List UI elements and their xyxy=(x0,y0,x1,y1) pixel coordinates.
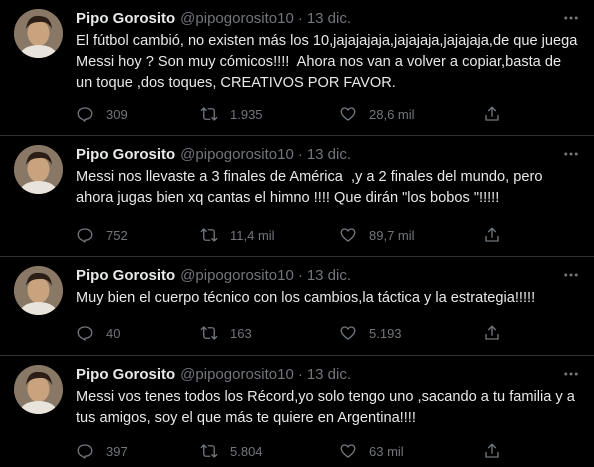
reply-bubble-icon xyxy=(77,326,93,341)
heart-icon xyxy=(340,228,356,242)
share-button[interactable] xyxy=(483,105,501,123)
more-dots-icon[interactable] xyxy=(560,264,582,286)
tweet[interactable]: Pipo Gorosito @pipogorosito10 · 13 dic. … xyxy=(0,0,594,136)
share-upload-icon xyxy=(485,227,499,242)
heart-icon xyxy=(340,444,356,458)
like-button[interactable]: 5.193 xyxy=(339,324,402,342)
retweet-arrows-icon xyxy=(200,228,218,242)
like-count: 89,7 mil xyxy=(369,227,415,243)
avatar[interactable] xyxy=(14,145,63,194)
like-count: 5.193 xyxy=(369,325,402,341)
share-upload-icon xyxy=(485,443,499,458)
tweet-actions: 40 163 5.193 xyxy=(76,323,580,343)
share-button[interactable] xyxy=(483,226,501,244)
share-upload-icon xyxy=(485,325,499,340)
avatar[interactable] xyxy=(14,9,63,58)
author-handle[interactable]: @pipogorosito10 xyxy=(180,366,294,383)
retweet-button[interactable]: 5.804 xyxy=(200,442,263,460)
reply-bubble-icon xyxy=(77,228,93,243)
author-name[interactable]: Pipo Gorosito xyxy=(76,10,175,27)
reply-bubble-icon xyxy=(77,444,93,459)
more-dots-icon[interactable] xyxy=(560,363,582,385)
separator-dot: · xyxy=(297,9,303,27)
avatar[interactable] xyxy=(14,365,63,414)
reply-button[interactable]: 40 xyxy=(76,324,120,342)
more-dots-icon[interactable] xyxy=(560,7,582,29)
share-upload-icon xyxy=(485,106,499,121)
author-name[interactable]: Pipo Gorosito xyxy=(76,366,175,383)
reply-button[interactable]: 752 xyxy=(76,226,128,244)
tweet-text: Muy bien el cuerpo técnico con los cambi… xyxy=(76,290,536,306)
retweet-button[interactable]: 11,4 mil xyxy=(200,226,275,244)
tweet-text: El fútbol cambió, no existen más los 10,… xyxy=(76,33,582,91)
author-name[interactable]: Pipo Gorosito xyxy=(76,146,175,163)
reply-count: 309 xyxy=(106,106,128,122)
reply-bubble-icon xyxy=(77,107,93,122)
retweet-arrows-icon xyxy=(200,107,218,121)
retweet-count: 11,4 mil xyxy=(230,227,275,243)
like-count: 28,6 mil xyxy=(369,106,415,122)
share-button[interactable] xyxy=(483,324,501,342)
separator-dot: · xyxy=(297,145,303,163)
like-button[interactable]: 89,7 mil xyxy=(339,226,415,244)
reply-button[interactable]: 309 xyxy=(76,105,128,123)
tweet-feed: Pipo Gorosito @pipogorosito10 · 13 dic. … xyxy=(0,0,594,467)
tweet[interactable]: Pipo Gorosito @pipogorosito10 · 13 dic. … xyxy=(0,257,594,356)
retweet-arrows-icon xyxy=(200,326,218,340)
retweet-count: 1.935 xyxy=(230,106,263,122)
author-name[interactable]: Pipo Gorosito xyxy=(76,267,175,284)
retweet-count: 163 xyxy=(230,325,252,341)
author-handle[interactable]: @pipogorosito10 xyxy=(180,267,294,284)
like-button[interactable]: 63 mil xyxy=(339,442,404,460)
reply-button[interactable]: 397 xyxy=(76,442,128,460)
author-handle[interactable]: @pipogorosito10 xyxy=(180,10,294,27)
retweet-button[interactable]: 1.935 xyxy=(200,105,263,123)
like-button[interactable]: 28,6 mil xyxy=(339,105,415,123)
separator-dot: · xyxy=(297,266,303,284)
retweet-count: 5.804 xyxy=(230,443,263,459)
more-dots-icon[interactable] xyxy=(560,143,582,165)
tweet-actions: 309 1.935 28,6 mil xyxy=(76,104,580,124)
reply-count: 397 xyxy=(106,443,128,459)
tweet-actions: 752 11,4 mil 89,7 mil xyxy=(76,225,580,245)
tweet[interactable]: Pipo Gorosito @pipogorosito10 · 13 dic. … xyxy=(0,356,594,467)
heart-icon xyxy=(340,326,356,340)
author-handle[interactable]: @pipogorosito10 xyxy=(180,146,294,163)
share-button[interactable] xyxy=(483,442,501,460)
avatar[interactable] xyxy=(14,266,63,315)
reply-count: 752 xyxy=(106,227,128,243)
like-count: 63 mil xyxy=(369,443,404,459)
heart-icon xyxy=(340,107,356,121)
tweet-text: Messi vos tenes todos los Récord,yo solo… xyxy=(76,389,579,426)
retweet-arrows-icon xyxy=(200,444,218,458)
tweet-date[interactable]: 13 dic. xyxy=(307,366,351,383)
tweet-date[interactable]: 13 dic. xyxy=(307,146,351,163)
retweet-button[interactable]: 163 xyxy=(200,324,252,342)
tweet-text: Messi nos llevaste a 3 finales de Améric… xyxy=(76,169,547,206)
separator-dot: · xyxy=(297,365,303,383)
reply-count: 40 xyxy=(106,325,121,341)
tweet[interactable]: Pipo Gorosito @pipogorosito10 · 13 dic. … xyxy=(0,136,594,257)
tweet-date[interactable]: 13 dic. xyxy=(307,267,351,284)
tweet-actions: 397 5.804 63 mil xyxy=(76,441,580,461)
tweet-date[interactable]: 13 dic. xyxy=(307,10,351,27)
